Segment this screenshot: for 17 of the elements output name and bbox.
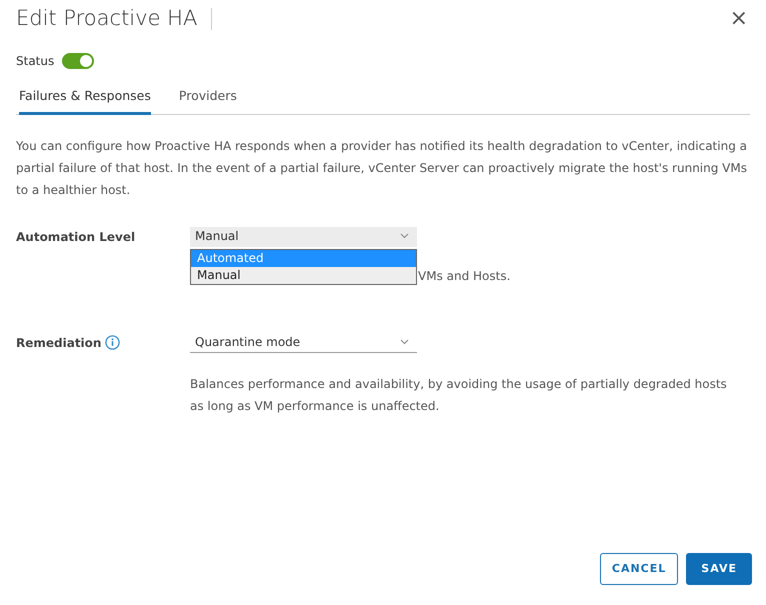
field-label: Remediation <box>16 334 102 352</box>
hint-text: VMs and Hosts. <box>418 268 510 285</box>
hint-text: Balances performance and availability, by avoiding the usage of partially degraded hosts as long as VM performance is unaffected. <box>190 376 728 415</box>
field-label: Automation Level <box>16 228 136 246</box>
status-label: Status <box>16 53 54 70</box>
save-button[interactable]: SAVE <box>686 553 752 585</box>
cancel-button[interactable]: CANCEL <box>600 553 678 585</box>
tab[interactable]: Failures & Responses <box>19 87 151 115</box>
description-text: You can configure how Proactive HA responds when a provider has notified its health degradation to vCenter, indicating a partial failure of that host. In the event of a partial failure, vCenter Server can proactively migrate the host's running VMs to a healthier host. <box>16 138 748 199</box>
tab[interactable]: Providers <box>178 87 237 115</box>
automation-level-dropdown[interactable]: Manual <box>190 226 417 247</box>
dialog-title: Edit Proactive HA <box>16 5 198 32</box>
chevron-icon <box>400 339 409 346</box>
chevron-icon <box>400 233 409 240</box>
info-icon[interactable] <box>105 335 120 350</box>
status-toggle[interactable] <box>62 53 94 69</box>
close-button[interactable]: × <box>724 8 754 30</box>
